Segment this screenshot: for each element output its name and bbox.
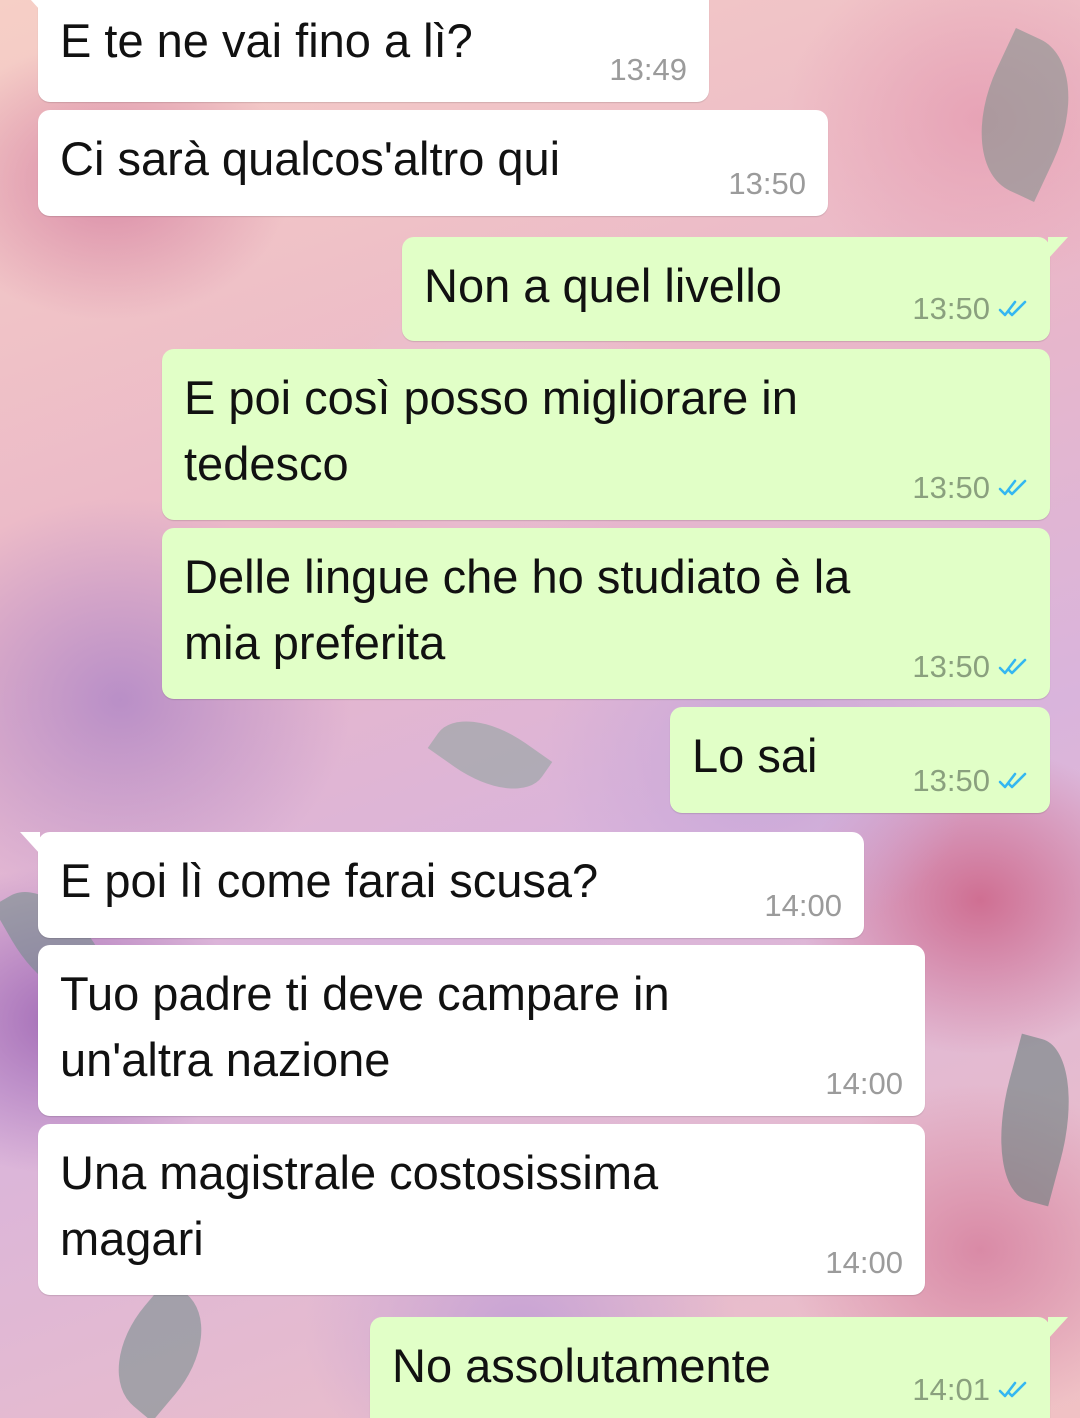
outgoing-message[interactable]: Lo sai 13:50 bbox=[670, 707, 1050, 813]
incoming-message[interactable]: Ci sarà qualcos'altro qui 13:50 bbox=[38, 110, 828, 216]
message-time: 13:49 bbox=[609, 52, 687, 87]
message-time: 13:50 bbox=[912, 763, 990, 798]
wallpaper-leaf bbox=[427, 698, 553, 812]
message-text: Lo sai bbox=[692, 729, 818, 782]
double-check-read-icon bbox=[998, 479, 1027, 496]
wallpaper-leaf bbox=[90, 1278, 230, 1418]
message-meta: 14:00 bbox=[825, 1066, 903, 1102]
message-meta: 13:50 bbox=[912, 763, 1028, 799]
message-meta: 14:01 bbox=[912, 1372, 1028, 1408]
incoming-message[interactable]: Una magistrale costosissima magari 14:00 bbox=[38, 1124, 925, 1295]
message-meta: 14:00 bbox=[825, 1245, 903, 1281]
message-time: 13:50 bbox=[912, 291, 990, 326]
message-text: E te ne vai fino a lì? bbox=[60, 14, 473, 67]
message-text: E poi lì come farai scusa? bbox=[60, 854, 599, 907]
incoming-message[interactable]: Tuo padre ti deve campare in un'altra na… bbox=[38, 945, 925, 1116]
wallpaper-leaf bbox=[952, 28, 1080, 202]
message-meta: 13:50 bbox=[912, 291, 1028, 327]
message-time: 14:01 bbox=[912, 1372, 990, 1407]
message-meta: 13:50 bbox=[912, 470, 1028, 506]
outgoing-message[interactable]: E poi così posso migliorare in tedesco 1… bbox=[162, 349, 1050, 520]
message-text: Tuo padre ti deve campare in un'altra na… bbox=[60, 967, 670, 1086]
message-time: 14:00 bbox=[825, 1066, 903, 1101]
message-text: Non a quel livello bbox=[424, 259, 782, 312]
outgoing-message[interactable]: Non a quel livello 13:50 bbox=[402, 237, 1068, 341]
message-time: 14:00 bbox=[764, 888, 842, 923]
incoming-message[interactable]: E poi lì come farai scusa? 14:00 bbox=[20, 832, 864, 938]
outgoing-message[interactable]: No assolutamente 14:01 bbox=[370, 1317, 1068, 1418]
message-time: 13:50 bbox=[912, 470, 990, 505]
message-text: E poi così posso migliorare in tedesco bbox=[184, 371, 798, 490]
message-time: 13:50 bbox=[912, 649, 990, 684]
message-time: 13:50 bbox=[728, 166, 806, 201]
double-check-read-icon bbox=[998, 300, 1027, 317]
message-text: Una magistrale costosissima magari bbox=[60, 1146, 659, 1265]
message-meta: 13:49 bbox=[609, 52, 687, 88]
message-meta: 13:50 bbox=[728, 166, 806, 202]
message-time: 14:00 bbox=[825, 1245, 903, 1280]
message-meta: 14:00 bbox=[764, 888, 842, 924]
double-check-read-icon bbox=[998, 658, 1027, 675]
message-text: Ci sarà qualcos'altro qui bbox=[60, 132, 561, 185]
message-meta: 13:50 bbox=[912, 649, 1028, 685]
double-check-read-icon bbox=[998, 772, 1027, 789]
message-text: Delle lingue che ho studiato è la mia pr… bbox=[184, 550, 851, 669]
double-check-read-icon bbox=[998, 1381, 1027, 1398]
incoming-message[interactable]: E te ne vai fino a lì? 13:49 bbox=[20, 0, 709, 102]
wallpaper-leaf bbox=[980, 1033, 1080, 1207]
outgoing-message[interactable]: Delle lingue che ho studiato è la mia pr… bbox=[162, 528, 1050, 699]
message-text: No assolutamente bbox=[392, 1339, 771, 1392]
